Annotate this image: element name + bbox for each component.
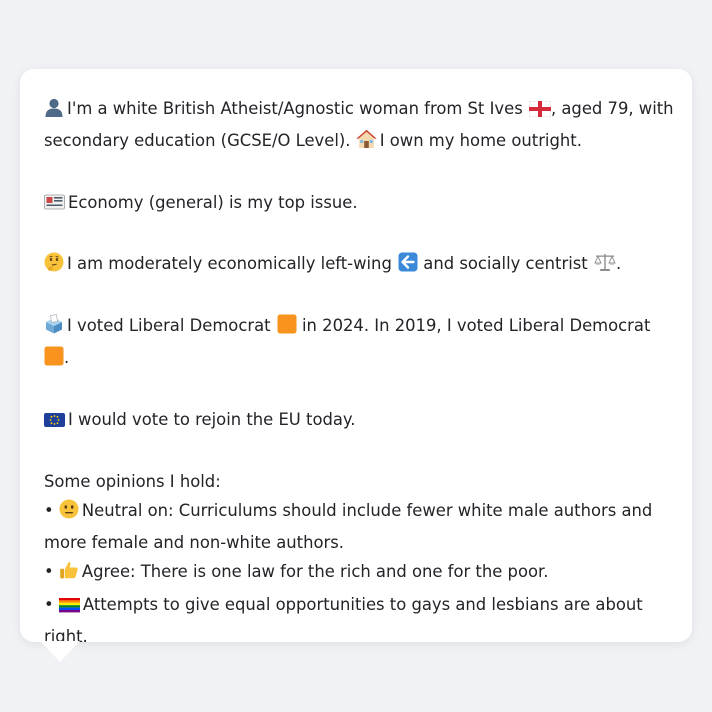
ideology-period: . <box>615 254 622 274</box>
vote-history-line-2: . <box>44 343 668 375</box>
education-text: secondary education (GCSE/O Level). <box>44 131 351 151</box>
vote-2019-text: in 2024. In 2019, I voted Liberal Democr… <box>301 316 651 336</box>
neutral-face-icon <box>59 499 79 528</box>
vote-2024-text: I voted Liberal Democrat <box>67 316 271 336</box>
balance-scale-icon <box>594 252 616 281</box>
social-ideology-text: and socially centrist <box>423 254 588 274</box>
vote-history-line-1: I voted Liberal Democrat in 2024. In 201… <box>44 311 668 343</box>
persona-intro-line-1: I'm a white British Atheist/Agnostic wom… <box>44 94 674 126</box>
opinion-2-line-1: Agree: There is one law for the rich and… <box>81 562 549 582</box>
eu-stance-line: I would vote to rejoin the EU today. <box>44 405 668 437</box>
ideology-line: I am moderately economically left-wing a… <box>44 249 668 281</box>
vote-period: . <box>64 348 70 368</box>
opinion-item-2: • Agree: There is one law for the rich a… <box>44 557 668 589</box>
chat-message-bubble: I'm a white British Atheist/Agnostic wom… <box>20 69 692 646</box>
orange-square-icon <box>277 314 297 343</box>
house-icon <box>356 129 377 158</box>
persona-intro-line-2: secondary education (GCSE/O Level). I ow… <box>44 126 668 158</box>
chat-bubble-tail <box>40 641 80 662</box>
opinion-item-1: • Neutral on: Curriculums should include… <box>44 496 668 528</box>
home-ownership-text: I own my home outright. <box>379 131 582 151</box>
economic-ideology-text: I am moderately economically left-wing <box>67 254 392 274</box>
top-issue-line: Economy (general) is my top issue. <box>44 188 668 220</box>
person-silhouette-icon <box>44 97 64 126</box>
thumbs-up-icon <box>59 560 79 589</box>
opinion-item-3: • Attempts to give equal opportunities t… <box>44 590 668 622</box>
eu-flag-icon <box>44 408 65 437</box>
opinion-1-line-1: Neutral on: Curriculums should include f… <box>81 500 653 520</box>
flag-england-icon <box>528 97 552 126</box>
newspaper-icon <box>44 191 65 220</box>
left-arrow-icon <box>398 252 418 281</box>
opinion-item-3-continued: right. <box>44 622 668 651</box>
opinion-3-line-1: Attempts to give equal opportunities to … <box>82 594 643 614</box>
bullet: • <box>44 500 54 520</box>
ballot-box-icon <box>44 314 64 343</box>
opinion-item-1-continued: more female and non-white authors. <box>44 528 668 557</box>
top-issue-text: Economy (general) is my top issue. <box>68 192 358 212</box>
bullet: • <box>44 594 54 614</box>
opinions-header: Some opinions I hold: <box>44 471 221 491</box>
intro-text: I'm a white British Atheist/Agnostic wom… <box>67 99 523 118</box>
eu-stance-text: I would vote to rejoin the EU today. <box>68 409 356 429</box>
thinking-face-icon <box>44 252 64 281</box>
bullet: • <box>44 562 54 582</box>
orange-square-icon <box>44 346 64 375</box>
intro-age-text: , aged 79, with <box>550 99 674 118</box>
opinion-1-line-2: more female and non-white authors. <box>44 533 344 553</box>
rainbow-flag-icon <box>58 593 80 622</box>
